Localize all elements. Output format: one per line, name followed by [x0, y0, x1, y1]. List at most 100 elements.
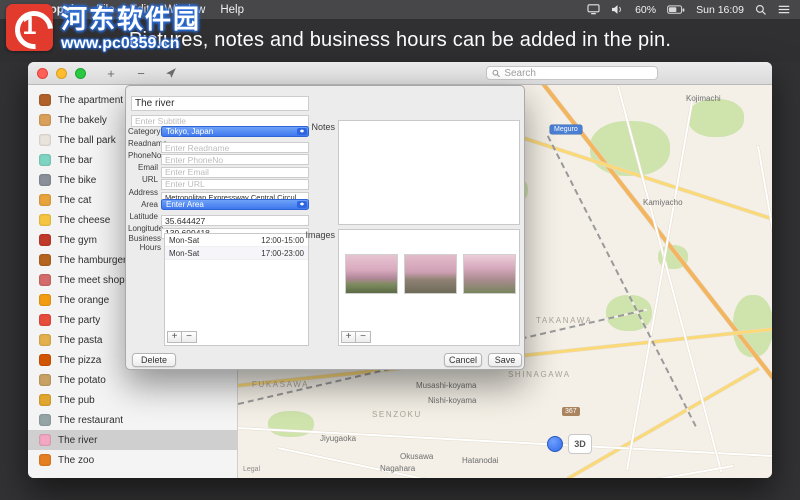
business-hours-row[interactable]: Mon-Sat17:00-23:00 — [165, 247, 308, 260]
email-label: Email — [128, 163, 161, 172]
park-area — [688, 99, 744, 137]
hamburger-icon — [39, 254, 51, 266]
remove-image-button[interactable]: − — [356, 331, 371, 343]
pizza-icon — [39, 354, 51, 366]
baseball-icon — [39, 134, 51, 146]
volume-icon[interactable] — [611, 4, 624, 15]
minimize-window-button[interactable] — [56, 68, 67, 79]
party-popper-icon — [39, 314, 51, 326]
cheese-icon — [39, 214, 51, 226]
sidebar-item-label: The meet shop — [58, 275, 125, 286]
sidebar-item-label: The pasta — [58, 335, 102, 346]
business-hours-days: Mon-Sat — [169, 236, 199, 245]
potato-icon — [39, 374, 51, 386]
add-image-button[interactable]: + — [341, 331, 356, 343]
major-road — [567, 367, 759, 478]
images-panel[interactable]: + − — [338, 229, 520, 346]
remove-pin-button[interactable]: − — [130, 66, 152, 81]
sidebar-item-label: The bakely — [58, 115, 107, 126]
sidebar-item-label: The bike — [58, 175, 96, 186]
sidebar-item-label: The orange — [58, 295, 109, 306]
area-value: Enter Area — [166, 200, 204, 209]
pin-detail-sheet: Category Tokyo, Japan Readname PhoneNo E… — [125, 85, 525, 370]
3d-mode-button[interactable]: 3D — [568, 434, 592, 454]
business-hours-table[interactable]: Mon-Sat12:00-15:00Mon-Sat17:00-23:00 + − — [164, 233, 309, 346]
search-input[interactable] — [504, 68, 652, 79]
business-hours-label: Business Hours — [128, 235, 161, 252]
spotlight-search-icon[interactable] — [755, 4, 767, 16]
sidebar-item-label: The hamburger — [58, 255, 126, 266]
current-location-button[interactable] — [160, 66, 182, 81]
sidebar-item[interactable]: The restaurant — [28, 410, 237, 430]
bicycle-icon — [39, 174, 51, 186]
battery-icon[interactable] — [667, 5, 685, 15]
menu-help[interactable]: Help — [220, 4, 244, 16]
notification-center-icon[interactable] — [778, 4, 790, 15]
caption-text: Pictures, notes and business hours can b… — [129, 29, 671, 52]
business-hours-rows: Mon-Sat12:00-15:00Mon-Sat17:00-23:00 — [165, 234, 308, 260]
map-label: Meguro — [550, 125, 582, 134]
sidebar-item-label: The pub — [58, 395, 95, 406]
sidebar-item[interactable]: The pub — [28, 390, 237, 410]
sidebar-item[interactable]: The river — [28, 430, 237, 450]
sidebar-item-label: The apartment — [58, 95, 123, 106]
add-pin-button[interactable]: + — [100, 66, 122, 81]
cherry-blossom-photo-2[interactable] — [404, 254, 457, 294]
sidebar-item-label: The cat — [58, 195, 91, 206]
cherry-blossom-photo-1[interactable] — [345, 254, 398, 294]
map-label: Nagahara — [380, 464, 415, 473]
zoom-window-button[interactable] — [75, 68, 86, 79]
delete-button[interactable]: Delete — [132, 353, 176, 367]
map-label: TAKANAWA — [536, 316, 593, 325]
pin-title-input[interactable] — [131, 96, 309, 111]
business-hours-row[interactable]: Mon-Sat12:00-15:00 — [165, 234, 308, 247]
spaghetti-icon — [39, 334, 51, 346]
route-badge: 367 — [562, 407, 580, 416]
park-area — [268, 411, 314, 437]
cherry-blossom-photo-3[interactable] — [463, 254, 516, 294]
remove-hours-button[interactable]: − — [182, 331, 197, 343]
images-label: Images — [294, 230, 335, 240]
cocktail-icon — [39, 154, 51, 166]
map-label: Kamiyacho — [643, 198, 683, 207]
legal-link[interactable]: Legal — [243, 466, 260, 473]
add-hours-button[interactable]: + — [167, 331, 182, 343]
meat-icon — [39, 274, 51, 286]
sidebar-item-label: The potato — [58, 375, 106, 386]
map-label: SENZOKU — [372, 410, 422, 419]
save-button[interactable]: Save — [488, 353, 522, 367]
notes-textarea[interactable] — [338, 120, 520, 225]
sidebar-item-label: The gym — [58, 235, 97, 246]
toolbar-search-field[interactable] — [486, 66, 658, 80]
watermark-site-name: 河东软件园 — [61, 4, 201, 34]
map-label: Jiyugaoka — [320, 434, 356, 443]
apartment-icon — [39, 94, 51, 106]
phoneno-label: PhoneNo — [128, 151, 161, 160]
category-popup[interactable]: Tokyo, Japan — [161, 126, 309, 137]
category-value: Tokyo, Japan — [166, 127, 213, 136]
site-logo-icon — [6, 4, 53, 51]
map-label: Kojimachi — [686, 94, 721, 103]
business-hours-days: Mon-Sat — [169, 249, 199, 258]
bread-icon — [39, 114, 51, 126]
display-icon[interactable] — [587, 4, 600, 15]
road — [757, 146, 772, 442]
category-label: Category — [128, 127, 161, 136]
sidebar-item[interactable]: The zoo — [28, 450, 237, 470]
menu-clock[interactable]: Sun 16:09 — [696, 4, 744, 16]
tiger-icon — [39, 454, 51, 466]
weightlifter-icon — [39, 234, 51, 246]
close-window-button[interactable] — [37, 68, 48, 79]
sidebar-item[interactable]: The potato — [28, 370, 237, 390]
map-label: Okusawa — [400, 452, 433, 461]
area-popup[interactable]: Enter Area — [161, 199, 309, 210]
address-label: Address — [128, 188, 161, 197]
cancel-button[interactable]: Cancel — [444, 353, 482, 367]
readname-label: Readname — [128, 139, 161, 148]
sidebar-item-label: The river — [58, 435, 97, 446]
beer-icon — [39, 394, 51, 406]
map-label: SHINAGAWA — [508, 370, 571, 379]
notes-label: Notes — [294, 122, 335, 132]
sidebar-item-label: The zoo — [58, 455, 94, 466]
current-location-map-button[interactable] — [547, 436, 563, 452]
